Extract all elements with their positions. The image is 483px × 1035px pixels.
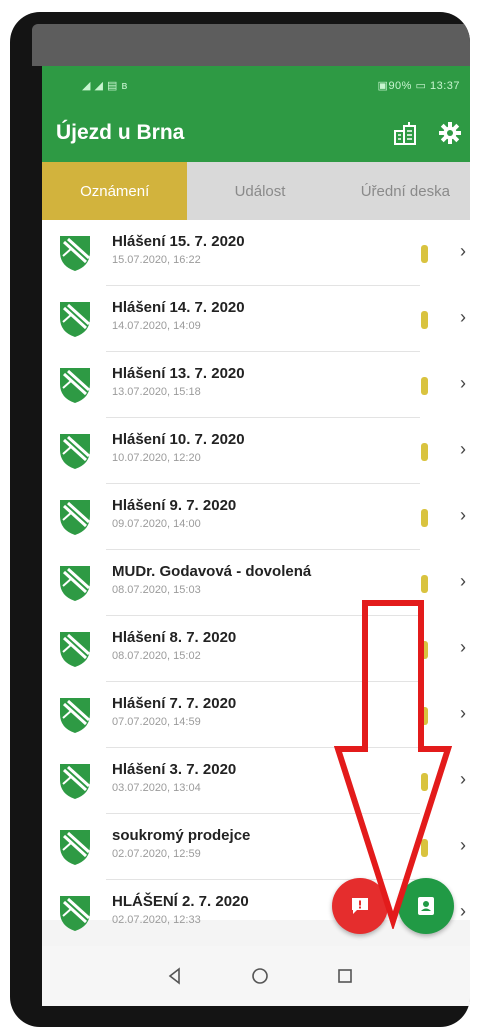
- report-issue-icon: [352, 898, 368, 914]
- city-hall-icon[interactable]: [392, 119, 420, 147]
- home-icon[interactable]: [251, 967, 269, 985]
- coat-of-arms-icon: [60, 896, 91, 931]
- list-item[interactable]: Hlášení 13. 7. 2020 13.07.2020, 15:18 ›: [42, 352, 470, 418]
- item-title: Hlášení 7. 7. 2020: [112, 695, 237, 712]
- unread-flag: [421, 641, 428, 659]
- item-date: 10.07.2020, 12:20: [112, 452, 201, 464]
- tab-oznameni[interactable]: Oznámení: [42, 162, 188, 220]
- item-date: 07.07.2020, 14:59: [112, 716, 201, 728]
- item-date: 08.07.2020, 15:02: [112, 650, 201, 662]
- coat-of-arms-icon: [60, 236, 91, 271]
- coat-of-arms-icon: [60, 302, 91, 337]
- item-title: Hlášení 8. 7. 2020: [112, 629, 237, 646]
- list-item[interactable]: Hlášení 3. 7. 2020 03.07.2020, 13:04 ›: [42, 748, 470, 814]
- coat-of-arms-icon: [60, 632, 91, 667]
- app-bar: Újezd u Brna: [42, 104, 470, 162]
- back-icon[interactable]: [166, 967, 184, 985]
- item-date: 08.07.2020, 15:03: [112, 584, 201, 596]
- unread-flag: [421, 245, 428, 263]
- item-date: 15.07.2020, 16:22: [112, 254, 201, 266]
- item-title: Hlášení 3. 7. 2020: [112, 761, 237, 778]
- phone-frame: ◢ ◢ ▤ ʙ ▣90% ▭ 13:37 Újezd u Brna Oznáme…: [10, 12, 470, 1027]
- list-item[interactable]: Hlášení 9. 7. 2020 09.07.2020, 14:00 ›: [42, 484, 470, 550]
- contact-card-icon: [418, 897, 434, 915]
- chevron-right-icon: ›: [460, 373, 466, 393]
- item-title: MUDr. Godavová - dovolená: [112, 563, 312, 580]
- chevron-right-icon: ›: [460, 241, 466, 261]
- chevron-right-icon: ›: [460, 769, 466, 789]
- chevron-right-icon: ›: [460, 637, 466, 657]
- item-title: Hlášení 9. 7. 2020: [112, 497, 237, 514]
- app-screen: ◢ ◢ ▤ ʙ ▣90% ▭ 13:37 Újezd u Brna Oznáme…: [42, 66, 470, 1006]
- item-date: 03.07.2020, 13:04: [112, 782, 201, 794]
- unread-flag: [421, 443, 428, 461]
- unread-flag: [421, 773, 428, 791]
- tab-bar: Oznámení Událost Úřední deska: [42, 162, 470, 220]
- chevron-right-icon: ›: [460, 703, 466, 723]
- item-title: Hlášení 14. 7. 2020: [112, 299, 245, 316]
- recents-icon[interactable]: [336, 967, 354, 985]
- unread-flag: [421, 311, 428, 329]
- unread-flag: [421, 377, 428, 395]
- coat-of-arms-icon: [60, 764, 91, 799]
- item-title: Hlášení 15. 7. 2020: [112, 233, 245, 250]
- item-date: 13.07.2020, 15:18: [112, 386, 201, 398]
- announcement-list: Hlášení 15. 7. 2020 15.07.2020, 16:22 › Hlá…: [42, 220, 470, 931]
- item-date: 14.07.2020, 14:09: [112, 320, 201, 332]
- coat-of-arms-icon: [60, 698, 91, 733]
- item-title: HLÁŠENÍ 2. 7. 2020: [112, 893, 249, 910]
- coat-of-arms-icon: [60, 566, 91, 601]
- list-item[interactable]: Hlášení 8. 7. 2020 08.07.2020, 15:02 ›: [42, 616, 470, 682]
- unread-flag: [421, 575, 428, 593]
- item-title: Hlášení 10. 7. 2020: [112, 431, 245, 448]
- item-date: 02.07.2020, 12:59: [112, 848, 201, 860]
- coat-of-arms-icon: [60, 368, 91, 403]
- chevron-right-icon: ›: [460, 505, 466, 525]
- unread-flag: [421, 707, 428, 725]
- item-title: Hlášení 13. 7. 2020: [112, 365, 245, 382]
- list-item[interactable]: MUDr. Godavová - dovolená 08.07.2020, 15:…: [42, 550, 470, 616]
- chevron-right-icon: ›: [460, 901, 466, 921]
- chevron-right-icon: ›: [460, 307, 466, 327]
- coat-of-arms-icon: [60, 830, 91, 865]
- chevron-right-icon: ›: [460, 835, 466, 855]
- list-item[interactable]: Hlášení 7. 7. 2020 07.07.2020, 14:59 ›: [42, 682, 470, 748]
- report-issue-button[interactable]: [332, 878, 388, 934]
- status-bar-right: ▣90% ▭ 13:37: [377, 79, 460, 92]
- top-bezel: [32, 24, 470, 66]
- coat-of-arms-icon: [60, 434, 91, 469]
- list-item[interactable]: Hlášení 10. 7. 2020 10.07.2020, 12:20 ›: [42, 418, 470, 484]
- unread-flag: [421, 509, 428, 527]
- gear-icon[interactable]: [436, 119, 464, 147]
- list-item[interactable]: soukromý prodejce 02.07.2020, 12:59 ›: [42, 814, 470, 880]
- tab-uredni-deska[interactable]: Úřední deska: [333, 162, 470, 220]
- list-item[interactable]: Hlášení 14. 7. 2020 14.07.2020, 14:09 ›: [42, 286, 470, 352]
- status-bar-left: ◢ ◢ ▤ ʙ: [82, 79, 128, 92]
- status-bar: ◢ ◢ ▤ ʙ ▣90% ▭ 13:37: [42, 66, 470, 104]
- app-title: Újezd u Brna: [56, 121, 185, 144]
- unread-flag: [421, 839, 428, 857]
- system-nav-bar: [42, 946, 470, 1006]
- item-date: 09.07.2020, 14:00: [112, 518, 201, 530]
- item-date: 02.07.2020, 12:33: [112, 914, 201, 926]
- chevron-right-icon: ›: [460, 439, 466, 459]
- tab-udalost[interactable]: Událost: [187, 162, 332, 220]
- list-item[interactable]: Hlášení 15. 7. 2020 15.07.2020, 16:22 ›: [42, 220, 470, 286]
- item-title: soukromý prodejce: [112, 827, 251, 844]
- coat-of-arms-icon: [60, 500, 91, 535]
- contact-button[interactable]: [398, 878, 454, 934]
- chevron-right-icon: ›: [460, 571, 466, 591]
